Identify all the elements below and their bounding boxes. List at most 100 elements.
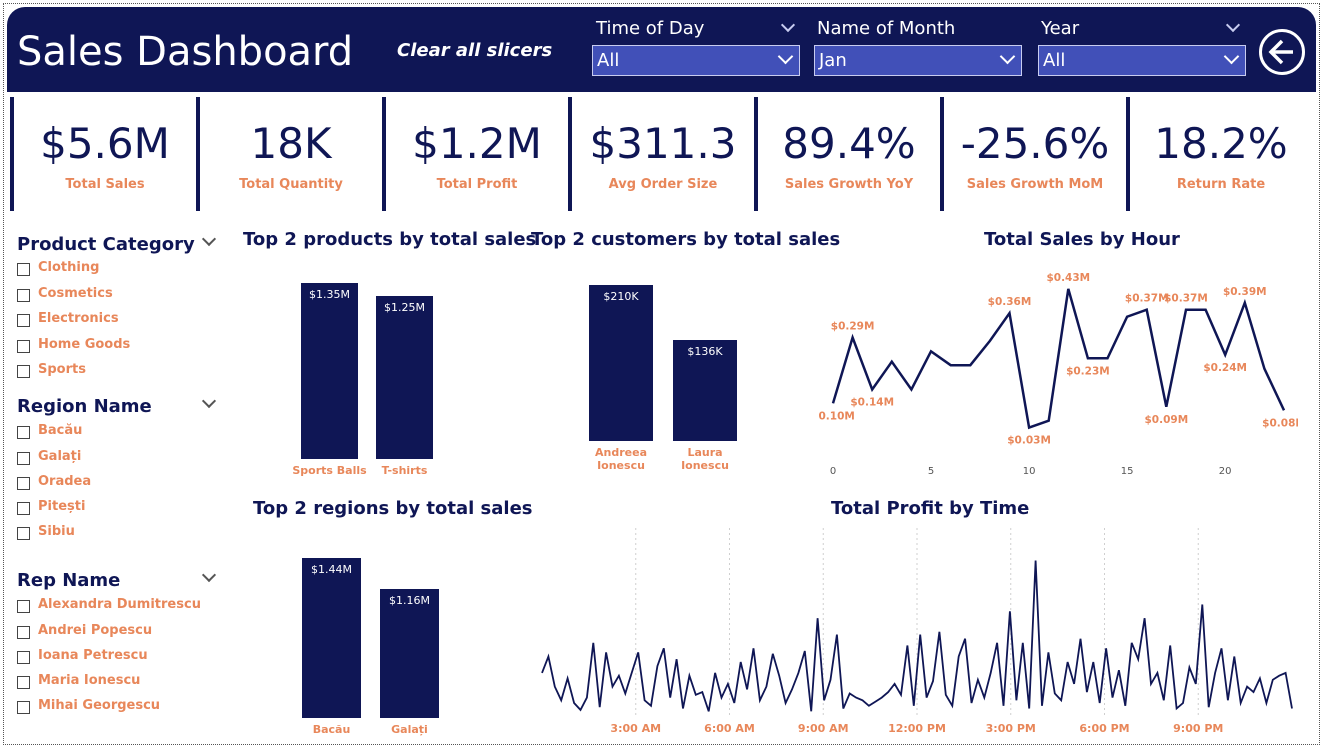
kpi-label: Total Profit [436,177,518,192]
chevron-down-icon [999,48,1016,65]
page-title: Sales Dashboard [17,29,354,75]
filter-item-label: Oradea [38,474,92,489]
x-tick-label: 3:00 AM [610,722,661,735]
data-label: $0.14M [850,396,894,408]
filter-item-label: Andrei Popescu [38,623,153,638]
back-button[interactable] [1259,29,1305,75]
chart-profit-by-time: 3:00 AM 6:00 AM 9:00 AM 12:00 PM 3:00 PM 6:00… [541,528,1293,735]
slicer-time-of-day-dropdown[interactable]: All [592,45,800,76]
x-tick-label: 0 [830,466,836,477]
data-label: $0.08M [1262,417,1298,429]
bar-category-label: Sports Balls [292,464,367,477]
slicer-month-value: Jan [819,50,847,71]
slicer-month-label: Name of Month [817,18,956,39]
filter-item-label: Pitești [38,499,86,514]
filter-item-label: Mihai Georgescu [38,698,161,713]
checkbox[interactable] [17,477,30,490]
slicer-month-dropdown[interactable]: Jan [814,45,1022,76]
data-label: $0.43M [1046,272,1090,284]
bar-data-label: $1.25M [384,301,425,314]
filter-item-label: Electronics [38,311,119,326]
checkbox[interactable] [17,626,30,639]
data-label: $0.36M [988,296,1032,308]
kpi-total-sales: $5.6M Total Sales [10,97,196,211]
bar-data-label: $136K [687,345,723,358]
bar[interactable] [302,558,361,718]
chevron-down-icon[interactable] [1225,17,1241,33]
checkbox[interactable] [17,651,30,664]
kpi-avg-order-size: $311.3 Avg Order Size [568,97,754,211]
checkbox[interactable] [17,502,30,515]
chart-title-top-products: Top 2 products by total sales [243,229,537,250]
bar[interactable] [376,296,433,459]
slicer-year-label: Year [1041,18,1080,39]
bar-category-label: Andreea Ionescu [595,446,647,472]
chart-title-sales-by-hour: Total Sales by Hour [984,229,1180,250]
filter-item-label: Alexandra Dumitrescu [38,597,201,612]
bar-category-label: Laura Ionescu [681,446,729,472]
slicer-year-value: All [1043,50,1066,71]
data-label: $0.37M [1125,293,1169,305]
data-label: $0.29M [831,320,875,332]
bar-category-label: T-shirts [381,464,428,477]
data-label: $0.37M [1164,293,1208,305]
checkbox[interactable] [17,701,30,714]
x-tick-label: 9:00 AM [798,722,849,735]
checkbox[interactable] [17,452,30,465]
checkbox[interactable] [17,289,30,302]
checkbox[interactable] [17,676,30,689]
kpi-label: Sales Growth MoM [966,177,1104,192]
chevron-down-icon [1223,48,1240,65]
kpi-label: Avg Order Size [608,177,718,192]
filter-item-label: Clothing [38,260,100,275]
slicer-time-of-day-value: All [597,50,620,71]
kpi-value: $311.3 [589,119,737,168]
data-label: $0.23M [1066,365,1110,377]
kpi-total-profit: $1.2M Total Profit [382,97,568,211]
bar[interactable] [380,589,439,718]
chevron-down-icon[interactable] [780,17,796,33]
kpi-value: 18K [250,119,332,168]
checkbox[interactable] [17,340,30,353]
bar-category-label: Bacău [312,723,351,736]
filter-item-label: Ioana Petrescu [38,648,148,663]
checkbox[interactable] [17,527,30,540]
kpi-label: Sales Growth YoY [784,177,914,192]
filter-product-category-title: Product Category [17,234,195,255]
chart-title-top-regions: Top 2 regions by total sales [253,498,533,519]
bar-data-label: $1.35M [309,288,350,301]
checkbox[interactable] [17,426,30,439]
filter-item-label: Sibiu [38,524,75,539]
x-tick-label: 6:00 AM [704,722,755,735]
data-label: $0.10M [818,410,855,422]
bar[interactable] [589,285,653,441]
slicer-year-dropdown[interactable]: All [1038,45,1246,76]
x-tick-label: 6:00 PM [1079,722,1129,735]
kpi-sales-growth-yoy: 89.4% Sales Growth YoY [754,97,940,211]
kpi-value: $1.2M [412,119,542,168]
kpi-label: Return Rate [1176,177,1266,192]
data-label: $0.24M [1203,362,1247,374]
bar-data-label: $210K [603,290,639,303]
x-tick-label: 10 [1023,466,1036,477]
bar-data-label: $1.44M [311,563,352,576]
filter-region-title: Region Name [17,396,152,417]
checkbox[interactable] [17,314,30,327]
chevron-down-icon [777,48,794,65]
bar[interactable] [301,283,358,459]
chart-sales-by-hour: $0.10M $0.29M $0.14M $0.36M $0.03M $0.43M $0.2… [818,272,1298,477]
kpi-sales-growth-mom: -25.6% Sales Growth MoM [940,97,1126,211]
clear-slicers-button[interactable]: Clear all slicers [397,40,552,61]
filter-item-label: Bacău [38,423,83,438]
sales-by-hour-line[interactable] [831,288,1286,430]
checkbox[interactable] [17,600,30,613]
x-tick-label: 15 [1121,466,1134,477]
checkbox[interactable] [17,365,30,378]
x-tick-label: 3:00 PM [986,722,1036,735]
kpi-label: Total Quantity [239,177,343,192]
x-tick-label: 20 [1219,466,1232,477]
checkbox[interactable] [17,263,30,276]
filter-rep-title: Rep Name [17,570,121,591]
data-label: $0.39M [1223,286,1267,298]
filter-item-label: Cosmetics [38,286,113,301]
